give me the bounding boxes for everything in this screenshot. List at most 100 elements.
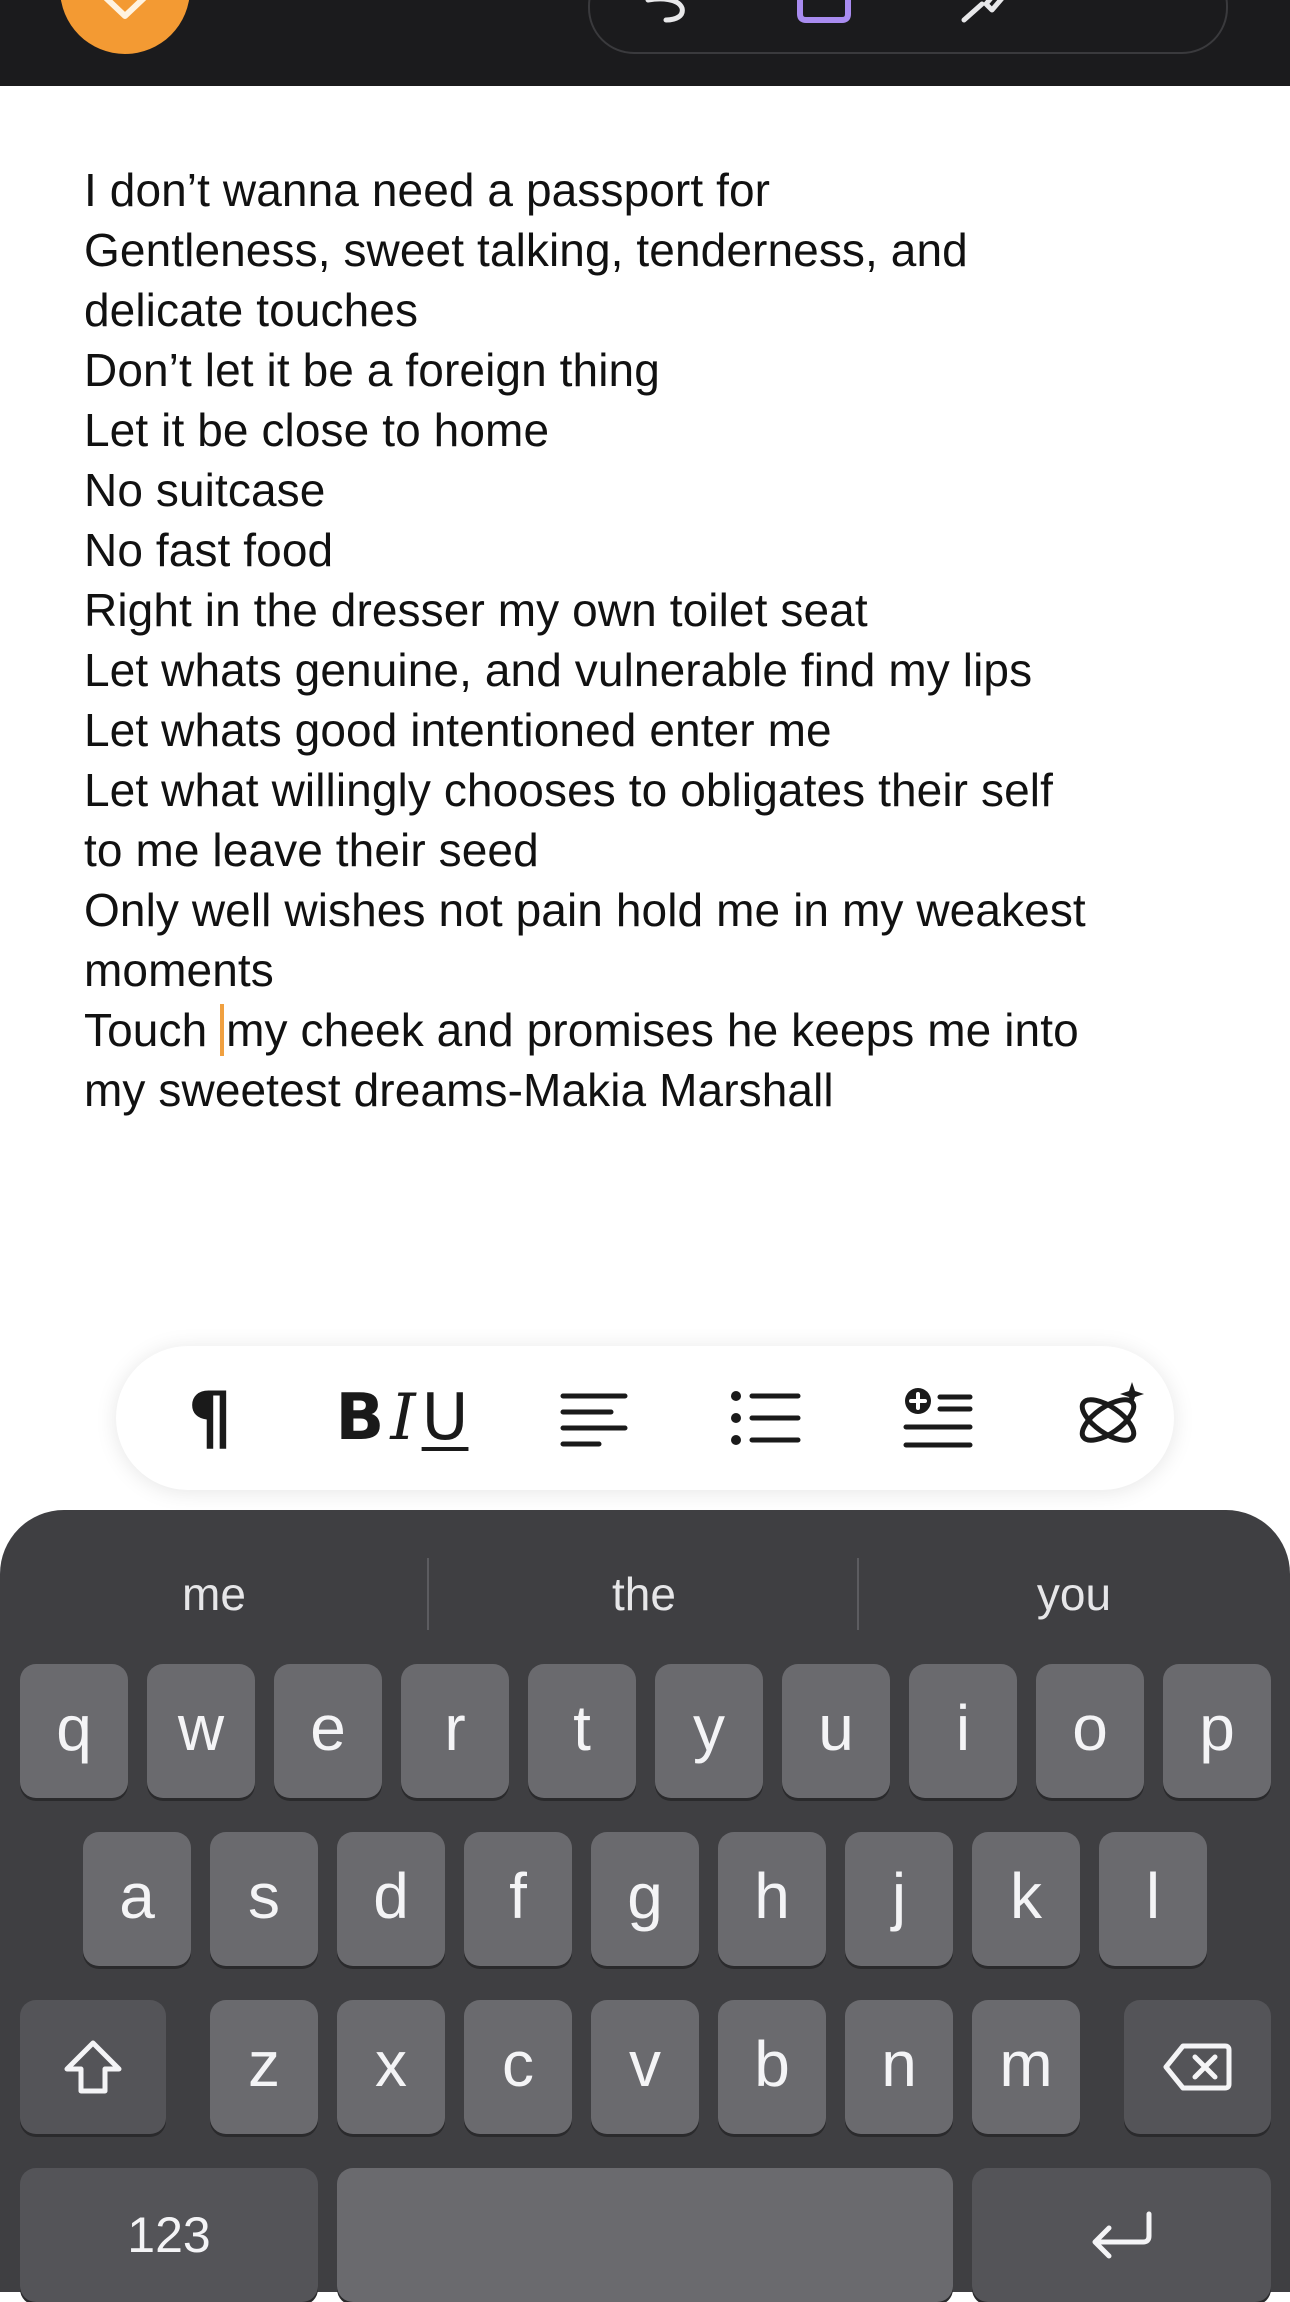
backspace-icon bbox=[1163, 2043, 1231, 2091]
key-label: u bbox=[818, 1692, 854, 1764]
text-line: Let whats good intentioned enter me bbox=[84, 704, 832, 756]
key-p[interactable]: p bbox=[1163, 1664, 1271, 1798]
paragraph-style-button[interactable]: ¶ bbox=[150, 1346, 270, 1490]
top-action-pill bbox=[588, 0, 1228, 54]
numbers-key[interactable]: 123 bbox=[20, 2168, 318, 2302]
key-label: m bbox=[999, 2028, 1053, 2100]
key-label: z bbox=[248, 2028, 280, 2100]
key-i[interactable]: i bbox=[909, 1664, 1017, 1798]
key-a[interactable]: a bbox=[83, 1832, 191, 1966]
key-s[interactable]: s bbox=[210, 1832, 318, 1966]
text-line: No fast food bbox=[84, 524, 334, 576]
key-c[interactable]: c bbox=[464, 2000, 572, 2134]
key-label: c bbox=[502, 2028, 534, 2100]
text-line: Let it be close to home bbox=[84, 404, 550, 456]
insert-block-icon bbox=[903, 1388, 973, 1448]
shift-key[interactable] bbox=[20, 2000, 166, 2134]
key-q[interactable]: q bbox=[20, 1664, 128, 1798]
app-menu-button[interactable] bbox=[60, 0, 190, 54]
key-n[interactable]: n bbox=[845, 2000, 953, 2134]
suggestion-divider bbox=[857, 1558, 859, 1630]
key-k[interactable]: k bbox=[972, 1832, 1080, 1966]
document-editor[interactable]: I don’t wanna need a passport for Gentle… bbox=[84, 160, 1224, 1120]
suggestion-item[interactable]: the bbox=[430, 1540, 858, 1648]
key-r[interactable]: r bbox=[401, 1664, 509, 1798]
text-line: Let whats genuine, and vulnerable find m… bbox=[84, 644, 1033, 696]
key-label: r bbox=[444, 1692, 466, 1764]
key-f[interactable]: f bbox=[464, 1832, 572, 1966]
shift-icon bbox=[64, 2040, 122, 2094]
key-l[interactable]: l bbox=[1099, 1832, 1207, 1966]
key-label: t bbox=[573, 1692, 591, 1764]
suggestion-bar: me the you bbox=[0, 1540, 1290, 1648]
paragraph-icon: ¶ bbox=[187, 1377, 233, 1459]
key-label: d bbox=[373, 1860, 409, 1932]
space-key[interactable] bbox=[337, 2168, 953, 2302]
key-label: h bbox=[754, 1860, 790, 1932]
text-line: my sweetest dreams-Makia Marshall bbox=[84, 1064, 834, 1116]
key-o[interactable]: o bbox=[1036, 1664, 1144, 1798]
key-d[interactable]: d bbox=[337, 1832, 445, 1966]
suggestion-divider bbox=[427, 1558, 429, 1630]
tools-icon[interactable] bbox=[958, 0, 1018, 26]
key-label: s bbox=[248, 1860, 280, 1932]
key-label: l bbox=[1145, 1860, 1161, 1932]
undo-icon[interactable] bbox=[642, 0, 692, 26]
chevron-down-icon bbox=[103, 0, 147, 19]
key-e[interactable]: e bbox=[274, 1664, 382, 1798]
key-u[interactable]: u bbox=[782, 1664, 890, 1798]
key-label: o bbox=[1072, 1692, 1108, 1764]
insert-block-button[interactable] bbox=[878, 1346, 998, 1490]
text-line: Gentleness, sweet talking, tenderness, a… bbox=[84, 224, 968, 276]
bold-italic-underline-icon: B I U bbox=[336, 1386, 469, 1450]
align-left-icon bbox=[560, 1393, 628, 1447]
ai-sparkle-icon bbox=[1079, 1382, 1144, 1443]
text-style-button[interactable]: B I U bbox=[302, 1346, 502, 1490]
key-label: e bbox=[310, 1692, 346, 1764]
text-line: to me leave their seed bbox=[84, 824, 539, 876]
list-button[interactable] bbox=[706, 1346, 826, 1490]
ai-assist-button[interactable] bbox=[1050, 1346, 1170, 1490]
align-button[interactable] bbox=[534, 1346, 654, 1490]
suggestion-item[interactable]: me bbox=[0, 1540, 428, 1648]
key-w[interactable]: w bbox=[147, 1664, 255, 1798]
key-label: y bbox=[693, 1692, 725, 1764]
backspace-key[interactable] bbox=[1124, 2000, 1271, 2134]
key-t[interactable]: t bbox=[528, 1664, 636, 1798]
key-v[interactable]: v bbox=[591, 2000, 699, 2134]
italic-glyph: I bbox=[390, 1381, 416, 1455]
key-label: k bbox=[1010, 1860, 1042, 1932]
key-m[interactable]: m bbox=[972, 2000, 1080, 2134]
key-j[interactable]: j bbox=[845, 1832, 953, 1966]
key-g[interactable]: g bbox=[591, 1832, 699, 1966]
key-label: g bbox=[627, 1860, 663, 1932]
key-label: x bbox=[375, 2028, 407, 2100]
text-line: Only well wishes not pain hold me in my … bbox=[84, 884, 1086, 936]
numbers-key-label: 123 bbox=[127, 2207, 211, 2263]
key-b[interactable]: b bbox=[718, 2000, 826, 2134]
text-caret bbox=[220, 1004, 225, 1056]
key-y[interactable]: y bbox=[655, 1664, 763, 1798]
text-after-caret: my cheek and promises he keeps me into bbox=[226, 1004, 1079, 1056]
key-z[interactable]: z bbox=[210, 2000, 318, 2134]
underline-glyph: U bbox=[421, 1381, 469, 1455]
text-before-caret: Touch bbox=[84, 1004, 221, 1056]
return-key[interactable] bbox=[972, 2168, 1271, 2302]
text-line: No suitcase bbox=[84, 464, 326, 516]
key-h[interactable]: h bbox=[718, 1832, 826, 1966]
key-label: b bbox=[754, 2028, 790, 2100]
top-toolbar bbox=[0, 0, 1290, 86]
text-line: delicate touches bbox=[84, 284, 419, 336]
on-screen-keyboard: me the you q w e r t y u i o p a s d f g… bbox=[0, 1510, 1290, 2302]
bold-glyph: B bbox=[335, 1381, 385, 1455]
key-x[interactable]: x bbox=[337, 2000, 445, 2134]
text-line: I don’t wanna need a passport for bbox=[84, 164, 771, 216]
return-icon bbox=[1092, 2211, 1151, 2259]
key-label: j bbox=[891, 1860, 907, 1932]
copy-icon[interactable] bbox=[796, 0, 852, 26]
suggestion-item[interactable]: you bbox=[860, 1540, 1288, 1648]
key-label: w bbox=[177, 1692, 225, 1764]
key-label: f bbox=[509, 1860, 527, 1932]
bullet-list-icon bbox=[731, 1391, 801, 1445]
key-label: n bbox=[881, 2028, 917, 2100]
